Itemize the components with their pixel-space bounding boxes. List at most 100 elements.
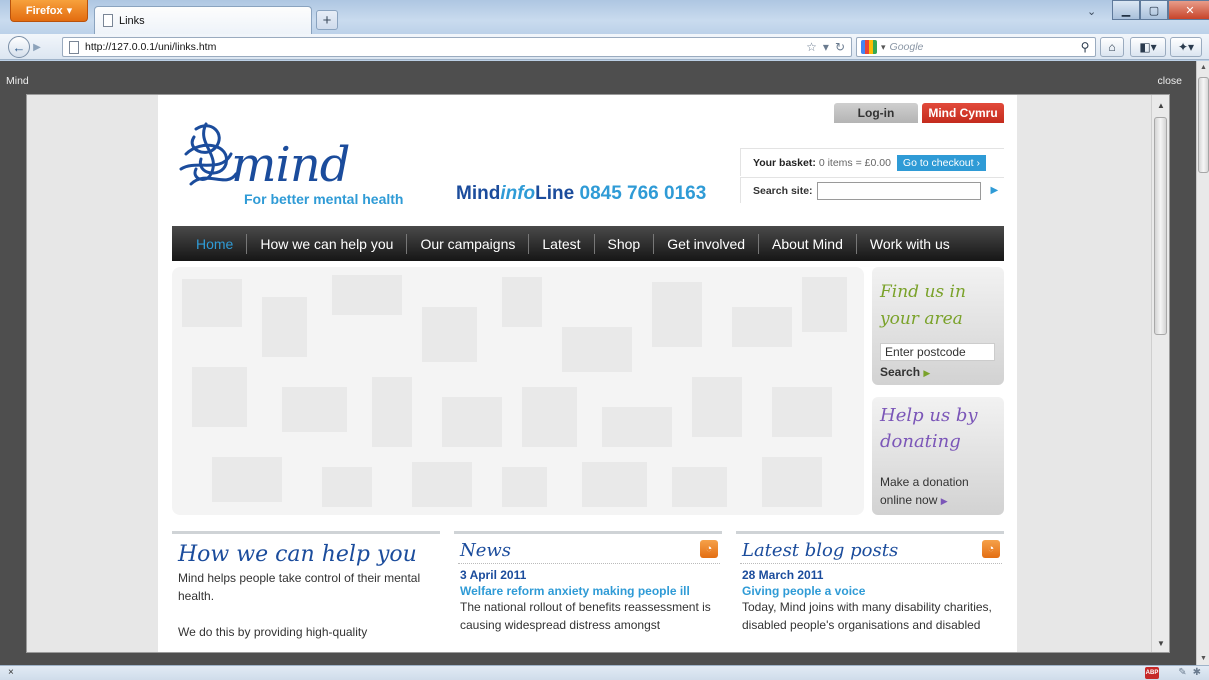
blog-headline-link[interactable]: Giving people a voice: [736, 582, 1004, 598]
nav-shop[interactable]: Shop: [593, 233, 654, 254]
nav-latest[interactable]: Latest: [528, 233, 593, 254]
scroll-up-icon[interactable]: ▲: [1200, 64, 1207, 71]
news-headline-link[interactable]: Welfare reform anxiety making people ill: [454, 582, 722, 598]
tab-list-icon[interactable]: ⌄: [1087, 5, 1096, 18]
google-icon[interactable]: [861, 40, 877, 54]
hero-tile: [802, 277, 847, 332]
search-go-icon[interactable]: ▶: [991, 185, 999, 196]
nav-home[interactable]: Home: [180, 234, 246, 254]
history-dropdown-icon[interactable]: ▾: [823, 40, 829, 54]
minimize-icon[interactable]: ▁: [1112, 0, 1140, 20]
address-bar[interactable]: http://127.0.0.1/uni/links.htm ☆ ▾ ↻: [62, 37, 852, 57]
hero-tile: [672, 467, 727, 507]
rss-icon[interactable]: ◔: [700, 539, 718, 558]
chevron-right-icon: ▶: [940, 496, 948, 506]
help-paragraph-1: Mind helps people take control of their …: [178, 571, 421, 603]
bookmarks-icon[interactable]: ◧▾: [1130, 37, 1166, 57]
window-scrollbar[interactable]: ▲ ▼: [1196, 61, 1209, 665]
help-paragraph-2: We do this by providing high-quality: [178, 625, 368, 639]
postcode-input[interactable]: Enter postcode: [880, 343, 995, 361]
scroll-down-icon[interactable]: ▼: [1157, 639, 1165, 648]
adblock-icon[interactable]: ABP: [1145, 667, 1159, 679]
mind-logo[interactable]: mind For better mental health: [176, 119, 416, 209]
hero-tile: [212, 457, 282, 502]
tab-title: Links: [119, 14, 145, 27]
find-us-title: Find us in your area: [880, 282, 966, 329]
donate-title: Help us by donating: [880, 405, 978, 452]
find-us-search-label: Search: [880, 365, 921, 379]
scroll-up-icon[interactable]: ▲: [1157, 101, 1165, 110]
donate-text-row[interactable]: Make a donation online now ▶: [880, 473, 1000, 510]
hero-tile: [192, 367, 247, 427]
rss-icon[interactable]: ◔: [982, 539, 1000, 558]
nav-get-involved[interactable]: Get involved: [653, 233, 758, 254]
news-heading-row: News ◔: [458, 534, 720, 564]
status-icons: ✎ ✱: [1178, 667, 1201, 678]
hero-tile: [522, 387, 577, 447]
blog-column: Latest blog posts ◔ 28 March 2011 Giving…: [736, 531, 1004, 652]
frame-scroll-thumb[interactable]: [1154, 117, 1167, 335]
site-identity-icon[interactable]: [69, 40, 79, 54]
search-magnifier-icon[interactable]: ⚲: [1075, 37, 1095, 57]
bookmark-star-icon[interactable]: ☆: [806, 40, 817, 54]
hero-tile: [772, 387, 832, 437]
hero-tile: [372, 377, 412, 447]
help-heading: How we can help you: [178, 542, 417, 567]
news-column: News ◔ 3 April 2011 Welfare reform anxie…: [454, 531, 722, 652]
basket-value: 0 items = £0.00: [818, 156, 891, 169]
hero-tile: [762, 457, 822, 507]
search-engine-chevron-icon[interactable]: ▾: [881, 42, 886, 53]
forward-button[interactable]: ▶: [29, 39, 45, 55]
hero-tile: [322, 467, 372, 507]
search-placeholder: Google: [889, 41, 924, 53]
browser-tab[interactable]: Links: [94, 6, 312, 34]
firebug-icon[interactable]: ✱: [1193, 667, 1201, 678]
maximize-icon[interactable]: ▢: [1140, 0, 1168, 20]
hero-tile: [262, 297, 307, 357]
url-actions: ☆ ▾ ↻: [806, 40, 845, 54]
lightbox-frame: Log-in Mind Cymru mind For better mental…: [26, 94, 1170, 653]
blog-heading-row: Latest blog posts ◔: [740, 534, 1002, 564]
checkout-button[interactable]: Go to checkout ›: [896, 154, 986, 171]
home-icon[interactable]: ⌂: [1100, 37, 1124, 57]
frame-scrollbar[interactable]: ▲ ▼: [1151, 95, 1169, 652]
infoline-line: Line: [535, 183, 575, 204]
site-search-input[interactable]: [816, 181, 981, 200]
hero-tile: [652, 282, 702, 347]
lightbox-close-link[interactable]: close: [1157, 75, 1182, 87]
chevron-down-icon: ▾: [66, 5, 73, 17]
hero-tile: [602, 407, 672, 447]
find-us-search-button[interactable]: Search ▶: [880, 365, 930, 379]
url-text: http://127.0.0.1/uni/links.htm: [85, 41, 217, 53]
hero-tile: [412, 462, 472, 507]
hero-banner[interactable]: [172, 267, 864, 515]
close-icon[interactable]: ✕: [1168, 0, 1209, 20]
firefox-menu-button[interactable]: Firefox ▾: [10, 0, 88, 22]
main-nav: Home How we can help you Our campaigns L…: [172, 226, 1004, 261]
nav-campaigns[interactable]: Our campaigns: [406, 233, 528, 254]
back-button[interactable]: ←: [8, 36, 30, 58]
hero-tile: [502, 277, 542, 327]
reload-icon[interactable]: ↻: [835, 40, 845, 54]
nav-about[interactable]: About Mind: [758, 233, 856, 254]
nav-how-we-can-help[interactable]: How we can help you: [246, 233, 406, 254]
addon-icon[interactable]: ✦▾: [1170, 37, 1202, 57]
mind-cymru-button[interactable]: Mind Cymru: [922, 103, 1004, 123]
logo-tagline: For better mental health: [244, 191, 404, 207]
donate-panel[interactable]: Help us by donating Make a donation onli…: [872, 397, 1004, 515]
infoline-number: 0845 766 0163: [579, 183, 707, 204]
donate-text: Make a donation online now: [880, 475, 969, 507]
scroll-down-icon[interactable]: ▼: [1200, 655, 1207, 662]
hero-tile: [562, 327, 632, 372]
login-button[interactable]: Log-in: [834, 103, 918, 123]
new-tab-button[interactable]: +: [316, 10, 338, 30]
search-bar[interactable]: ▾ Google: [856, 37, 1096, 57]
addon-status-icon[interactable]: ✎: [1178, 667, 1186, 678]
close-status-icon[interactable]: ×: [8, 667, 14, 678]
nav-work-with-us[interactable]: Work with us: [855, 233, 963, 254]
lightbox-title: Mind: [6, 75, 29, 87]
blog-text: Today, Mind joins with many disability c…: [742, 600, 992, 632]
help-column: How we can help you Mind helps people ta…: [172, 531, 440, 652]
window-scroll-thumb[interactable]: [1198, 77, 1209, 173]
infoline-prefix: Mind: [456, 183, 501, 204]
